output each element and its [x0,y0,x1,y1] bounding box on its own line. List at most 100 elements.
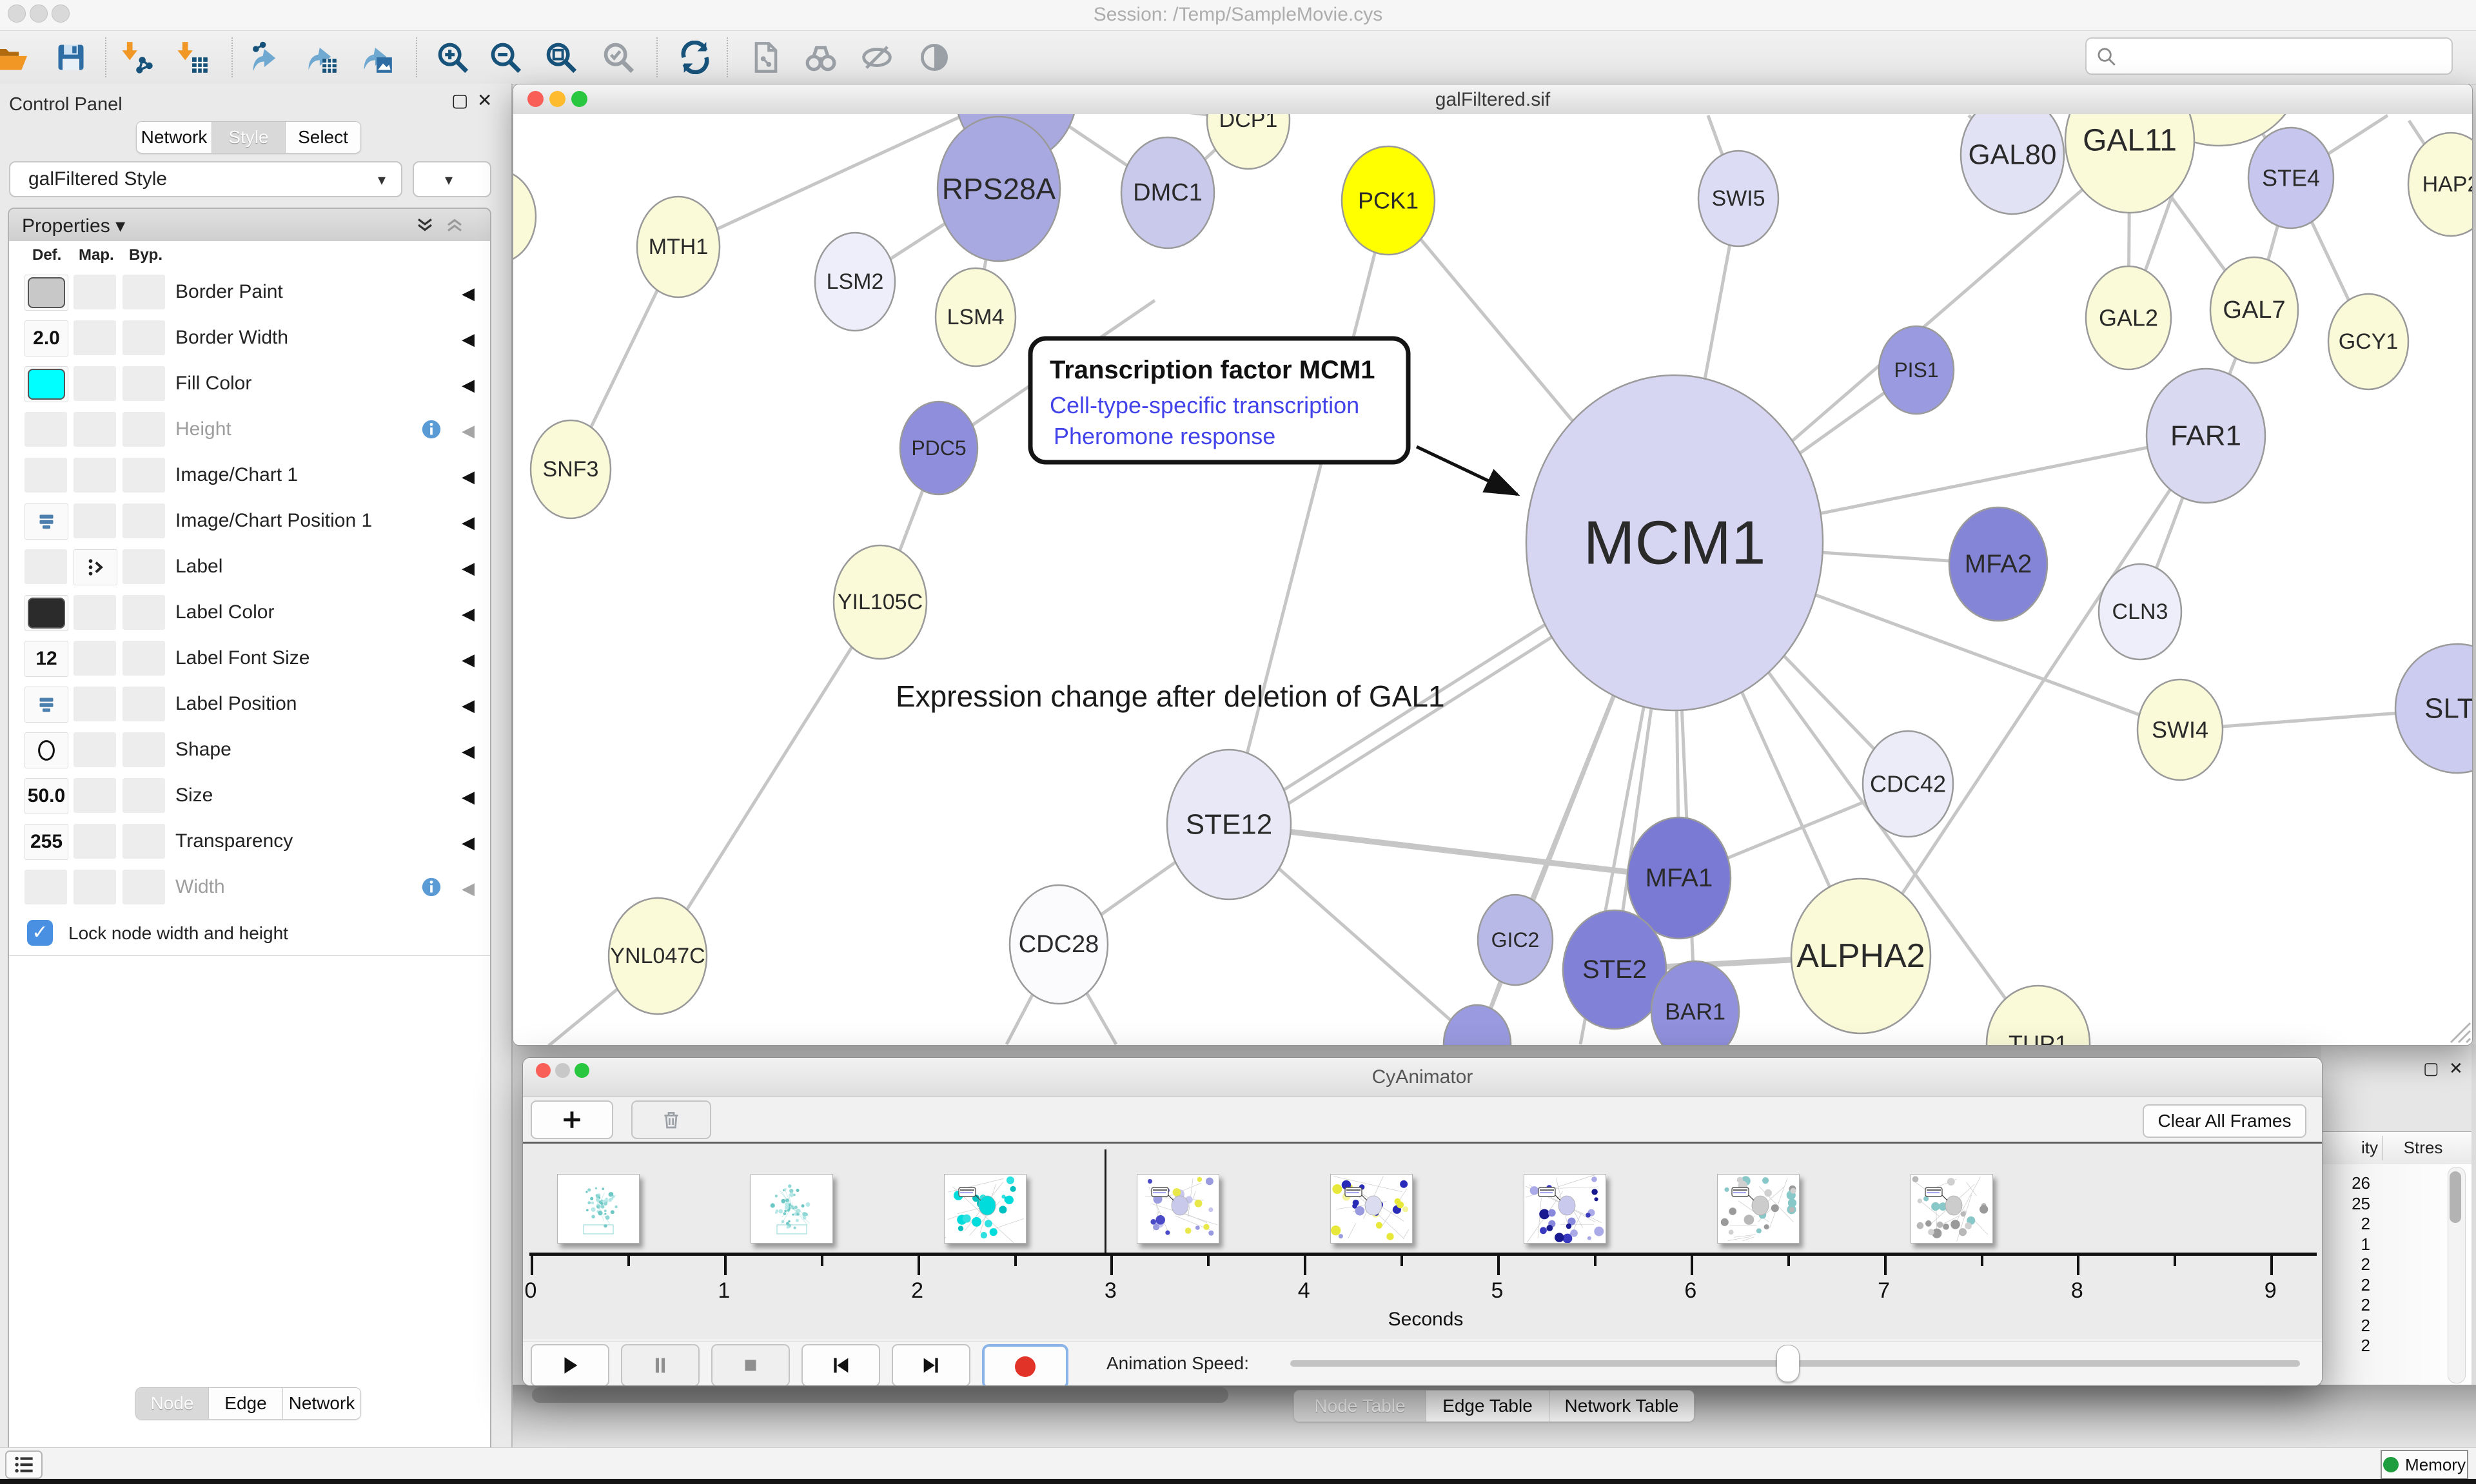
network-node-pck1[interactable]: PCK1 [1342,146,1435,255]
column-stress[interactable]: Stres [2391,1138,2455,1158]
network-node-gal80[interactable]: GAL80 [1961,114,2064,214]
refresh-view-icon[interactable] [678,41,712,74]
mapping-cell[interactable] [74,275,116,309]
add-frame-button[interactable] [531,1100,613,1139]
timeline-playhead[interactable] [1105,1149,1106,1253]
cyanimator-titlebar[interactable]: CyAnimator [523,1058,2322,1097]
network-file-icon[interactable] [749,41,783,74]
network-node-cln3[interactable]: CLN3 [2099,564,2181,659]
default-value-cell[interactable]: 2.0 [25,320,68,356]
search-input[interactable] [2124,43,2442,68]
style-options-button[interactable]: ▾ [413,161,491,197]
expand-row-icon[interactable]: ◀ [462,467,475,487]
mapping-cell[interactable] [74,549,117,585]
info-icon[interactable] [420,418,442,444]
tab-node[interactable]: Node [136,1388,209,1419]
table-cell-value[interactable]: 26 [2321,1173,2370,1193]
network-titlebar[interactable]: galFiltered.sif [513,84,2472,115]
import-network-icon[interactable] [120,41,153,74]
frame-thumbnail-4[interactable] [1330,1174,1413,1244]
network-node[interactable] [1444,1005,1511,1045]
table-cell-value[interactable]: 25 [2321,1194,2370,1214]
property-row-height[interactable]: Height◀ [9,407,490,453]
network-node-far1[interactable]: FAR1 [2147,369,2265,503]
property-row-border-width[interactable]: 2.0Border Width◀ [9,315,490,362]
table-scrollbar[interactable] [2448,1167,2466,1383]
default-value-cell[interactable] [25,503,68,540]
close-panel-icon[interactable]: ✕ [477,92,492,110]
network-node-yil105c[interactable]: YIL105C [834,545,927,659]
expand-row-icon[interactable]: ◀ [462,787,475,807]
style-select[interactable]: galFiltered Style ▾ [9,161,402,197]
default-value-cell[interactable] [25,595,68,631]
frame-thumbnail-2[interactable] [944,1174,1027,1244]
default-value-cell[interactable] [25,275,68,311]
default-value-cell[interactable] [25,870,67,904]
network-node-ste12[interactable]: STE12 [1167,750,1291,899]
network-node-dcp1[interactable]: DCP1 [1207,114,1290,169]
expand-row-icon[interactable]: ◀ [462,329,475,349]
task-history-button[interactable] [5,1450,43,1479]
table-cell-value[interactable]: 2 [2321,1316,2370,1336]
property-row-transparency[interactable]: 255Transparency◀ [9,819,490,865]
tab-edge-table[interactable]: Edge Table [1426,1391,1549,1421]
table-cell-value[interactable]: 2 [2321,1295,2370,1315]
info-icon[interactable] [420,876,442,901]
network-node-cdc42[interactable]: CDC42 [1863,731,1953,837]
expand-row-icon[interactable]: ◀ [462,696,475,716]
record-button[interactable] [982,1344,1068,1386]
tab-network[interactable]: Network [283,1388,360,1419]
mapping-cell[interactable] [74,824,116,859]
mapping-cell[interactable] [74,687,116,721]
network-node-gcy1[interactable]: GCY1 [2328,294,2408,389]
bypass-cell[interactable] [123,275,165,309]
network-node-lsm4[interactable]: LSM4 [936,268,1016,366]
property-row-fill-color[interactable]: Fill Color◀ [9,361,490,407]
tab-network[interactable]: Network [137,122,212,153]
network-node-swi5[interactable]: SWI5 [1698,151,1778,246]
network-node-rps28a[interactable]: RPS28A [938,117,1060,261]
expand-row-icon[interactable]: ◀ [462,650,475,670]
table-cell-value[interactable]: 2 [2321,1214,2370,1234]
zoom-out-icon[interactable] [489,41,522,74]
expand-row-icon[interactable]: ◀ [462,558,475,578]
frame-thumbnail-0[interactable] [557,1174,640,1244]
zoom-in-icon[interactable] [436,41,469,74]
default-value-cell[interactable] [25,366,68,402]
default-value-cell[interactable] [25,412,67,447]
float-panel-icon[interactable]: ▢ [2423,1060,2439,1077]
bypass-cell[interactable] [123,320,165,355]
frame-thumbnail-5[interactable] [1524,1174,1606,1244]
export-image-icon[interactable] [360,41,393,74]
default-value-cell[interactable]: 12 [25,641,68,677]
bypass-cell[interactable] [123,458,165,493]
delete-frame-button[interactable] [631,1100,711,1139]
float-panel-icon[interactable]: ▢ [451,92,468,110]
bypass-cell[interactable] [123,778,165,813]
expand-row-icon[interactable]: ◀ [462,879,475,899]
network-node-mfa2[interactable]: MFA2 [1949,507,2047,621]
bypass-cell[interactable] [123,366,165,401]
expand-row-icon[interactable]: ◀ [462,375,475,395]
network-node-cdc28[interactable]: CDC28 [1010,885,1108,1004]
bypass-cell[interactable] [123,732,165,767]
expand-row-icon[interactable]: ◀ [462,833,475,853]
mapping-cell[interactable] [74,320,116,355]
mapping-cell[interactable] [74,366,116,401]
property-row-shape[interactable]: Shape◀ [9,727,490,774]
network-canvas[interactable]: DCP1PCK1RPS28ADMC1MTH1LSM2LSM4SWI5GAL80G… [513,114,2472,1045]
frame-thumbnail-6[interactable] [1717,1174,1800,1244]
expand-all-icon[interactable] [415,215,435,238]
table-cell-value[interactable]: 2 [2321,1255,2370,1274]
export-network-icon[interactable] [249,41,282,74]
tab-node-table[interactable]: Node Table [1294,1391,1426,1421]
default-value-cell[interactable] [25,687,68,723]
binoculars-icon[interactable] [804,41,838,74]
frame-thumbnail-7[interactable] [1911,1174,1993,1244]
zoom-fit-icon[interactable] [544,41,578,74]
network-node-mcm1[interactable]: MCM1 [1526,375,1823,710]
tab-style[interactable]: Style [212,122,286,153]
network-node[interactable] [513,170,536,263]
open-session-icon[interactable] [0,41,27,74]
network-node-dmc1[interactable]: DMC1 [1121,137,1214,248]
